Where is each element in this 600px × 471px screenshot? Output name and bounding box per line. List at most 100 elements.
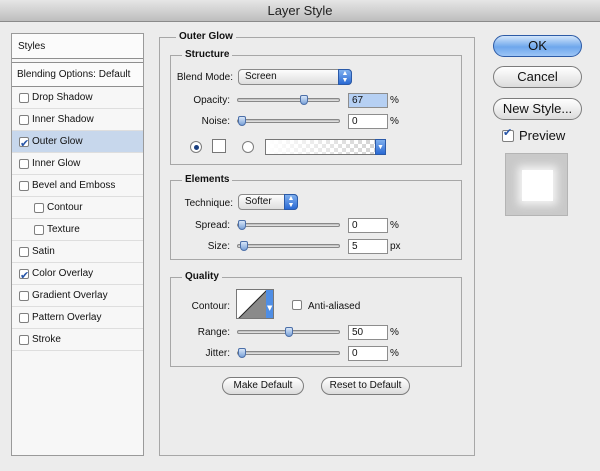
new-style-button[interactable]: New Style...: [493, 98, 582, 120]
style-item-label: Bevel and Emboss: [32, 180, 116, 191]
spread-label: Spread:: [194, 220, 230, 231]
range-label: Range:: [197, 327, 230, 338]
style-item-label: Stroke: [32, 334, 61, 345]
style-checkbox[interactable]: [19, 291, 29, 301]
window-title: Layer Style: [0, 0, 600, 22]
noise-slider[interactable]: [237, 116, 340, 126]
gradient-picker[interactable]: ▼: [265, 139, 386, 155]
style-item-outer-glow[interactable]: Outer Glow: [12, 131, 143, 155]
blend-mode-label: Blend Mode:: [176, 72, 233, 83]
spread-slider-thumb[interactable]: [238, 220, 246, 230]
structure-title: Structure: [182, 49, 233, 60]
updown-arrows-icon: ▲ ▼: [338, 69, 352, 85]
anti-aliased-label: Anti-aliased: [308, 301, 361, 312]
opacity-slider-thumb[interactable]: [300, 95, 308, 105]
style-list: Drop Shadow Inner Shadow Outer Glow Inner G…: [12, 87, 143, 351]
opacity-unit: %: [390, 95, 399, 106]
style-checkbox[interactable]: [19, 159, 29, 169]
noise-slider-thumb[interactable]: [238, 116, 246, 126]
svg-text:▼: ▼: [267, 304, 273, 312]
style-checkbox[interactable]: [19, 265, 29, 287]
style-item-label: Drop Shadow: [32, 92, 93, 103]
chevron-down-icon: ▼: [375, 139, 386, 155]
style-checkbox[interactable]: [34, 225, 44, 235]
blend-mode-select[interactable]: Screen ▲ ▼: [238, 69, 352, 85]
jitter-input[interactable]: 0: [348, 346, 388, 361]
size-label: Size:: [207, 241, 230, 252]
jitter-slider-thumb[interactable]: [238, 348, 246, 358]
noise-label: Noise:: [201, 116, 230, 127]
style-checkbox[interactable]: [19, 247, 29, 257]
style-item-label: Color Overlay: [32, 268, 94, 279]
ok-button[interactable]: OK: [493, 35, 582, 57]
preview-swatch: [522, 170, 553, 201]
style-item-contour[interactable]: Contour: [12, 197, 143, 219]
size-input[interactable]: 5: [348, 239, 388, 254]
size-slider-thumb[interactable]: [240, 241, 248, 251]
technique-select[interactable]: Softer ▲ ▼: [238, 194, 298, 210]
style-checkbox[interactable]: [34, 203, 44, 213]
gradient-radio[interactable]: [242, 141, 254, 153]
style-item-gradient-overlay[interactable]: Gradient Overlay: [12, 285, 143, 307]
styles-header[interactable]: Styles: [12, 34, 143, 59]
style-item-texture[interactable]: Texture: [12, 219, 143, 241]
style-item-pattern-overlay[interactable]: Pattern Overlay: [12, 307, 143, 329]
noise-input[interactable]: 0: [348, 114, 388, 129]
cancel-button[interactable]: Cancel: [493, 66, 582, 88]
style-item-label: Inner Shadow: [32, 114, 94, 125]
jitter-slider[interactable]: [237, 348, 340, 358]
style-item-stroke[interactable]: Stroke: [12, 329, 143, 351]
glow-color-swatch[interactable]: [212, 139, 226, 153]
jitter-label: Jitter:: [205, 348, 230, 359]
opacity-label: Opacity:: [193, 95, 230, 106]
range-input[interactable]: 50: [348, 325, 388, 340]
contour-label: Contour:: [191, 301, 230, 312]
technique-label: Technique:: [184, 198, 233, 209]
blend-mode-value: Screen: [245, 71, 277, 82]
style-item-inner-glow[interactable]: Inner Glow: [12, 153, 143, 175]
style-item-label: Texture: [47, 224, 80, 235]
style-item-bevel-and-emboss[interactable]: Bevel and Emboss: [12, 175, 143, 197]
contour-curve-icon: ▼: [238, 290, 273, 318]
spread-slider[interactable]: [237, 220, 340, 230]
elements-title: Elements: [182, 174, 233, 185]
style-checkbox[interactable]: [19, 133, 29, 155]
style-checkbox[interactable]: [19, 181, 29, 191]
preview-label: Preview: [519, 128, 566, 143]
outer-glow-title: Outer Glow: [176, 31, 236, 42]
style-item-drop-shadow[interactable]: Drop Shadow: [12, 87, 143, 109]
blending-options-item[interactable]: Blending Options: Default: [12, 62, 143, 87]
style-item-color-overlay[interactable]: Color Overlay: [12, 263, 143, 287]
jitter-unit: %: [390, 348, 399, 359]
updown-arrows-icon: ▲ ▼: [284, 194, 298, 210]
contour-picker[interactable]: ▼: [236, 289, 274, 319]
style-checkbox[interactable]: [19, 93, 29, 103]
style-item-label: Contour: [47, 202, 83, 213]
style-item-label: Gradient Overlay: [32, 290, 108, 301]
style-item-label: Inner Glow: [32, 158, 81, 169]
preview-thumbnail: [505, 153, 568, 216]
technique-value: Softer: [245, 196, 272, 207]
range-unit: %: [390, 327, 399, 338]
reset-to-default-button[interactable]: Reset to Default: [321, 377, 410, 395]
opacity-input[interactable]: 67: [348, 93, 388, 108]
size-unit: px: [390, 241, 401, 252]
range-slider-thumb[interactable]: [285, 327, 293, 337]
solid-color-radio[interactable]: [190, 141, 202, 153]
preview-checkbox[interactable]: [502, 126, 514, 142]
anti-aliased-checkbox[interactable]: [292, 300, 302, 310]
size-slider[interactable]: [237, 241, 340, 251]
style-item-label: Satin: [32, 246, 55, 257]
opacity-slider[interactable]: [237, 95, 340, 105]
quality-title: Quality: [182, 271, 222, 282]
make-default-button[interactable]: Make Default: [222, 377, 304, 395]
style-item-label: Pattern Overlay: [32, 312, 102, 323]
style-item-satin[interactable]: Satin: [12, 241, 143, 263]
style-checkbox[interactable]: [19, 313, 29, 323]
spread-input[interactable]: 0: [348, 218, 388, 233]
range-slider[interactable]: [237, 327, 340, 337]
style-checkbox[interactable]: [19, 335, 29, 345]
noise-unit: %: [390, 116, 399, 127]
style-item-inner-shadow[interactable]: Inner Shadow: [12, 109, 143, 131]
style-checkbox[interactable]: [19, 115, 29, 125]
